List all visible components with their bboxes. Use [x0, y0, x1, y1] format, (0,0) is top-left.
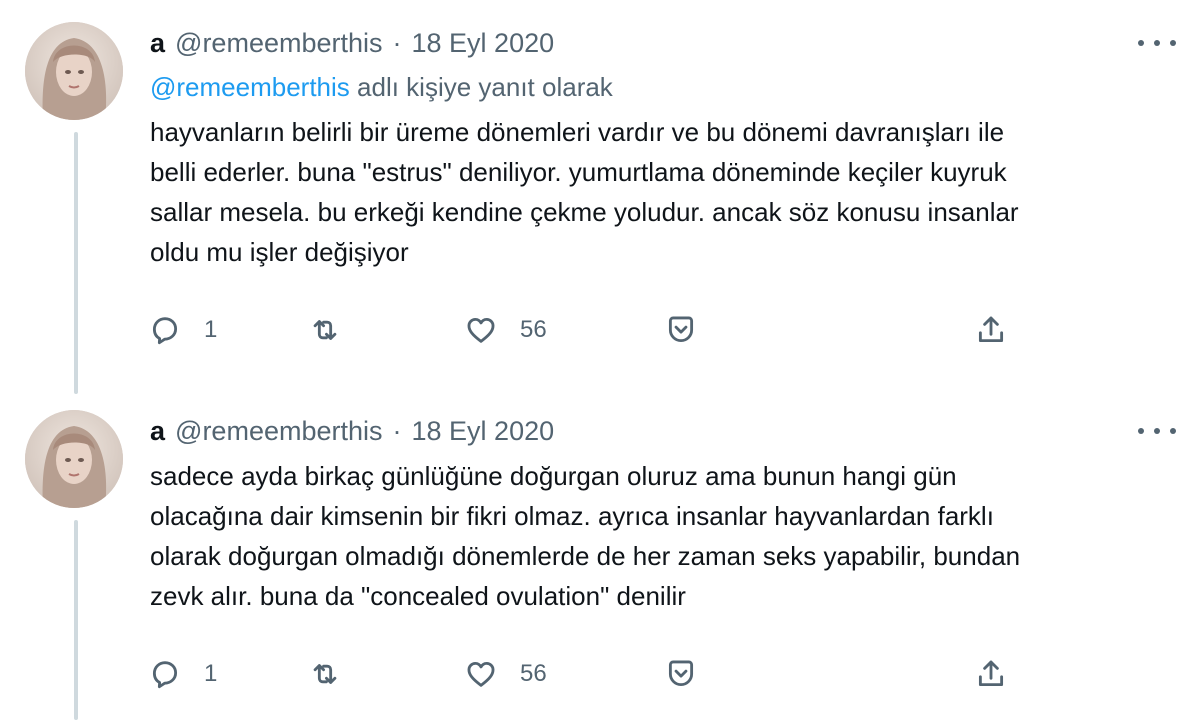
- tweet-text-line: belli ederler. buna "estrus" deniliyor. …: [150, 157, 1007, 187]
- tweet-text: hayvanların belirli bir üreme dönemleri …: [150, 112, 1170, 272]
- retweet-button[interactable]: [308, 654, 342, 694]
- avatar[interactable]: [25, 410, 123, 508]
- tweet-header: a @remeemberthis · 18 Eyl 2020: [150, 26, 554, 60]
- tweet-actions: 1 56: [0, 654, 1200, 694]
- tweet-text-line: oldu mu işler değişiyor: [150, 237, 409, 267]
- share-icon: [978, 316, 1004, 343]
- tweet[interactable]: a @remeemberthis · 18 Eyl 2020 @remeembe…: [0, 0, 1200, 400]
- like-count: 56: [520, 660, 547, 687]
- reply-count: 1: [204, 316, 218, 343]
- more-options-icon[interactable]: [1138, 416, 1176, 446]
- reply-button[interactable]: 1: [148, 654, 217, 694]
- tweet-text-line: hayvanların belirli bir üreme dönemleri …: [150, 117, 1005, 147]
- share-icon: [978, 660, 1004, 687]
- bookmark-button[interactable]: [664, 654, 698, 694]
- reply-count: 1: [204, 660, 218, 687]
- timestamp[interactable]: 18 Eyl 2020: [412, 28, 555, 59]
- reply-icon: [152, 661, 178, 689]
- username[interactable]: @remeemberthis: [175, 28, 382, 59]
- tweet[interactable]: a @remeemberthis · 18 Eyl 2020 sadece ay…: [0, 400, 1200, 720]
- reply-mention-link[interactable]: @remeemberthis: [150, 72, 350, 102]
- like-count: 56: [520, 316, 547, 343]
- username[interactable]: @remeemberthis: [175, 416, 382, 447]
- tweet-text-line: olarak doğurgan olmadığı dönemlerde de h…: [150, 541, 1021, 571]
- reply-icon: [152, 317, 178, 345]
- share-button[interactable]: [974, 310, 1008, 350]
- more-options-icon[interactable]: [1138, 28, 1176, 58]
- tweet-text-line: sallar mesela. bu erkeği kendine çekme y…: [150, 197, 1019, 227]
- heart-icon: [467, 661, 495, 687]
- retweet-icon: [313, 320, 337, 340]
- heart-icon: [467, 317, 495, 343]
- timestamp[interactable]: 18 Eyl 2020: [412, 416, 555, 447]
- separator-dot: ·: [392, 415, 402, 446]
- tweet-text: sadece ayda birkaç günlüğüne doğurgan ol…: [150, 456, 1170, 616]
- bookmark-button[interactable]: [664, 310, 698, 350]
- reply-button[interactable]: 1: [148, 310, 217, 350]
- retweet-button[interactable]: [308, 310, 342, 350]
- tweet-text-line: zevk alır. buna da "concealed ovulation"…: [150, 581, 686, 611]
- bookmark-icon: [668, 660, 694, 687]
- display-name[interactable]: a: [150, 416, 165, 447]
- tweet-text-line: olacağına dair kimsenin bir fikri olmaz.…: [150, 501, 994, 531]
- avatar-photo-icon: [25, 22, 123, 120]
- share-button[interactable]: [974, 654, 1008, 694]
- avatar-photo-icon: [25, 410, 123, 508]
- retweet-icon: [313, 664, 337, 684]
- tweet-actions: 1 56: [0, 310, 1200, 350]
- like-button[interactable]: 56: [464, 310, 547, 350]
- like-button[interactable]: 56: [464, 654, 547, 694]
- reply-context-text: adlı kişiye yanıt olarak: [349, 72, 613, 102]
- tweet-text-line: sadece ayda birkaç günlüğüne doğurgan ol…: [150, 461, 957, 491]
- bookmark-icon: [668, 316, 694, 343]
- separator-dot: ·: [392, 27, 402, 58]
- display-name[interactable]: a: [150, 28, 165, 59]
- tweet-header: a @remeemberthis · 18 Eyl 2020: [150, 414, 554, 448]
- reply-context: @remeemberthis adlı kişiye yanıt olarak: [150, 72, 613, 103]
- avatar[interactable]: [25, 22, 123, 120]
